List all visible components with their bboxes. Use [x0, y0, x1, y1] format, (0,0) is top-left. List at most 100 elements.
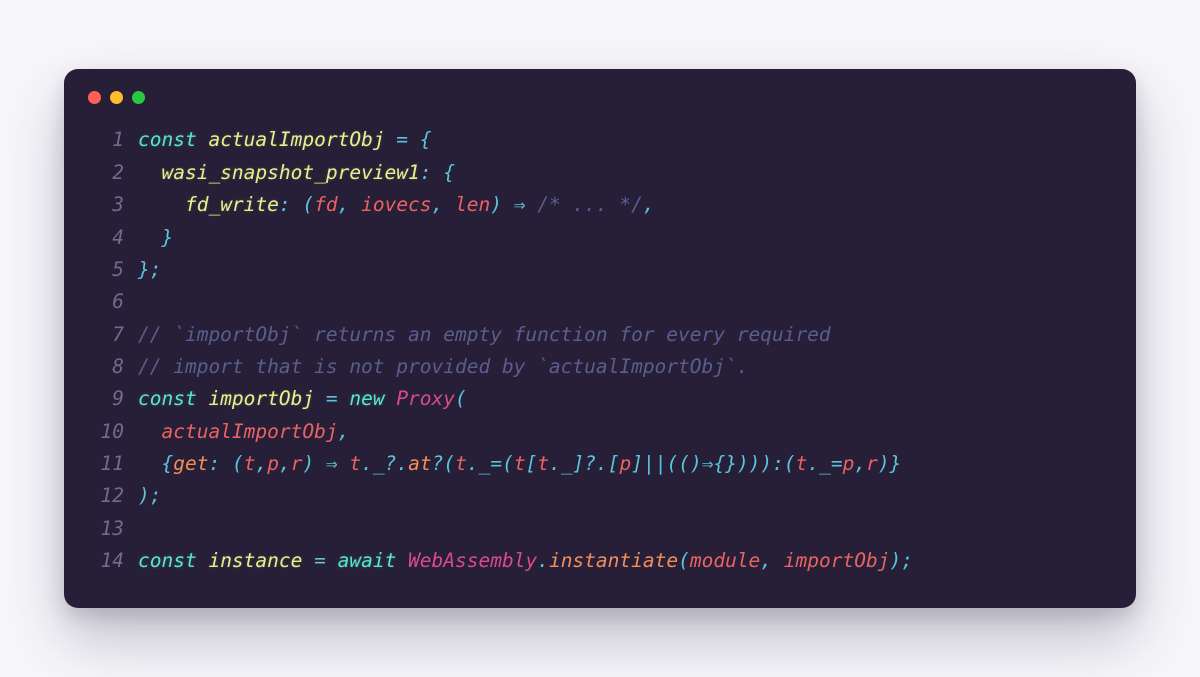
code-token: ._]?.[	[549, 452, 619, 475]
code-token: len	[455, 193, 490, 216]
line-content: // `importObj` returns an empty function…	[138, 319, 1114, 351]
code-token	[138, 517, 150, 540]
code-token: r	[866, 452, 878, 475]
code-line: 3 fd_write: (fd, iovecs, len) ⇒ /* ... *…	[86, 189, 1114, 221]
code-token: WebAssembly	[408, 549, 537, 572]
line-number: 2	[86, 157, 124, 189]
code-token: fd	[314, 193, 337, 216]
code-token: ._=	[807, 452, 842, 475]
minimize-icon[interactable]	[110, 91, 123, 104]
code-token	[138, 161, 161, 184]
code-line: 5};	[86, 254, 1114, 286]
code-token: actualImportObj	[161, 420, 337, 443]
code-line: 8 // import that is not provided by `actu…	[86, 351, 1114, 383]
zoom-icon[interactable]	[132, 91, 145, 104]
code-line: 1const actualImportObj = {	[86, 124, 1114, 156]
code-token: : {	[420, 161, 455, 184]
code-line: 10 actualImportObj,	[86, 416, 1114, 448]
code-token: ) ⇒	[490, 193, 537, 216]
code-token	[138, 420, 161, 443]
line-number: 12	[86, 480, 124, 512]
line-number: 9	[86, 383, 124, 415]
code-token: ) ⇒	[302, 452, 349, 475]
code-token: p	[620, 452, 632, 475]
code-token: /* ... */	[537, 193, 643, 216]
code-token: t	[796, 452, 808, 475]
code-token: instance	[208, 549, 314, 572]
close-icon[interactable]	[88, 91, 101, 104]
code-token: ,	[279, 452, 291, 475]
window-titlebar	[86, 87, 1114, 124]
code-token: );	[138, 484, 161, 507]
code-token: ,	[854, 452, 866, 475]
code-token: t	[537, 452, 549, 475]
line-content: const importObj = new Proxy(	[138, 383, 1114, 415]
line-content: };	[138, 254, 1114, 286]
code-token: fd_write	[185, 193, 279, 216]
code-token: ._=(	[467, 452, 514, 475]
code-token: };	[138, 258, 161, 281]
code-token: =	[326, 387, 349, 410]
code-token: ,	[432, 193, 455, 216]
code-line: 12);	[86, 480, 1114, 512]
code-line: 14const instance = await WebAssembly.ins…	[86, 545, 1114, 577]
code-token	[138, 290, 150, 313]
code-token: const	[138, 549, 208, 572]
code-line: 7// `importObj` returns an empty functio…	[86, 319, 1114, 351]
code-token: ,	[760, 549, 783, 572]
code-line: 6	[86, 286, 1114, 318]
code-line: 9 const importObj = new Proxy(	[86, 383, 1114, 415]
code-token: instantiate	[549, 549, 678, 572]
code-token: p	[267, 452, 279, 475]
line-content: }	[138, 222, 1114, 254]
line-content: {get: (t,p,r) ⇒ t._?.at?(t._=(t[t._]?.[p…	[138, 448, 1114, 480]
code-line: 2 wasi_snapshot_preview1: {	[86, 157, 1114, 189]
code-token: }	[161, 226, 173, 249]
line-content: const instance = await WebAssembly.insta…	[138, 545, 1114, 577]
code-token: iovecs	[361, 193, 431, 216]
page-stage: 1const actualImportObj = {2 wasi_snapsho…	[0, 0, 1200, 677]
code-token: : (	[279, 193, 314, 216]
code-token: importObj	[208, 387, 325, 410]
code-token: {	[161, 452, 173, 475]
code-token: ]||(()⇒{}))):(	[631, 452, 795, 475]
code-token: t	[349, 452, 361, 475]
code-token: // `importObj` returns an empty function…	[138, 323, 831, 346]
code-token: .	[537, 549, 549, 572]
code-token: p	[843, 452, 855, 475]
line-content: );	[138, 480, 1114, 512]
code-line: 13	[86, 513, 1114, 545]
code-token: new	[349, 387, 396, 410]
code-token: t	[514, 452, 526, 475]
code-token: (	[678, 549, 690, 572]
code-token: = {	[396, 128, 431, 151]
code-token: ?(	[432, 452, 455, 475]
code-token: : (	[208, 452, 243, 475]
code-token: )}	[878, 452, 901, 475]
code-token: (	[455, 387, 467, 410]
line-number: 10	[86, 416, 124, 448]
code-token: Proxy	[396, 387, 455, 410]
code-token: // import that is not provided by `actua…	[138, 355, 748, 378]
code-token: ,	[338, 193, 361, 216]
code-token: ,	[643, 193, 655, 216]
line-number: 6	[86, 286, 124, 318]
line-number: 8	[86, 351, 124, 383]
code-block: 1const actualImportObj = {2 wasi_snapsho…	[86, 124, 1114, 577]
code-token	[138, 452, 161, 475]
line-number: 4	[86, 222, 124, 254]
line-number: 3	[86, 189, 124, 221]
line-number: 11	[86, 448, 124, 480]
code-token: const	[138, 128, 208, 151]
line-content: actualImportObj,	[138, 416, 1114, 448]
code-token: wasi_snapshot_preview1	[161, 161, 419, 184]
code-token	[138, 226, 161, 249]
code-window: 1const actualImportObj = {2 wasi_snapsho…	[64, 69, 1136, 607]
code-token: );	[889, 549, 912, 572]
code-token: =	[314, 549, 337, 572]
code-token: ,	[255, 452, 267, 475]
code-token: at	[408, 452, 431, 475]
line-content	[138, 513, 1114, 545]
code-token: get	[173, 452, 208, 475]
code-token: await	[338, 549, 408, 572]
